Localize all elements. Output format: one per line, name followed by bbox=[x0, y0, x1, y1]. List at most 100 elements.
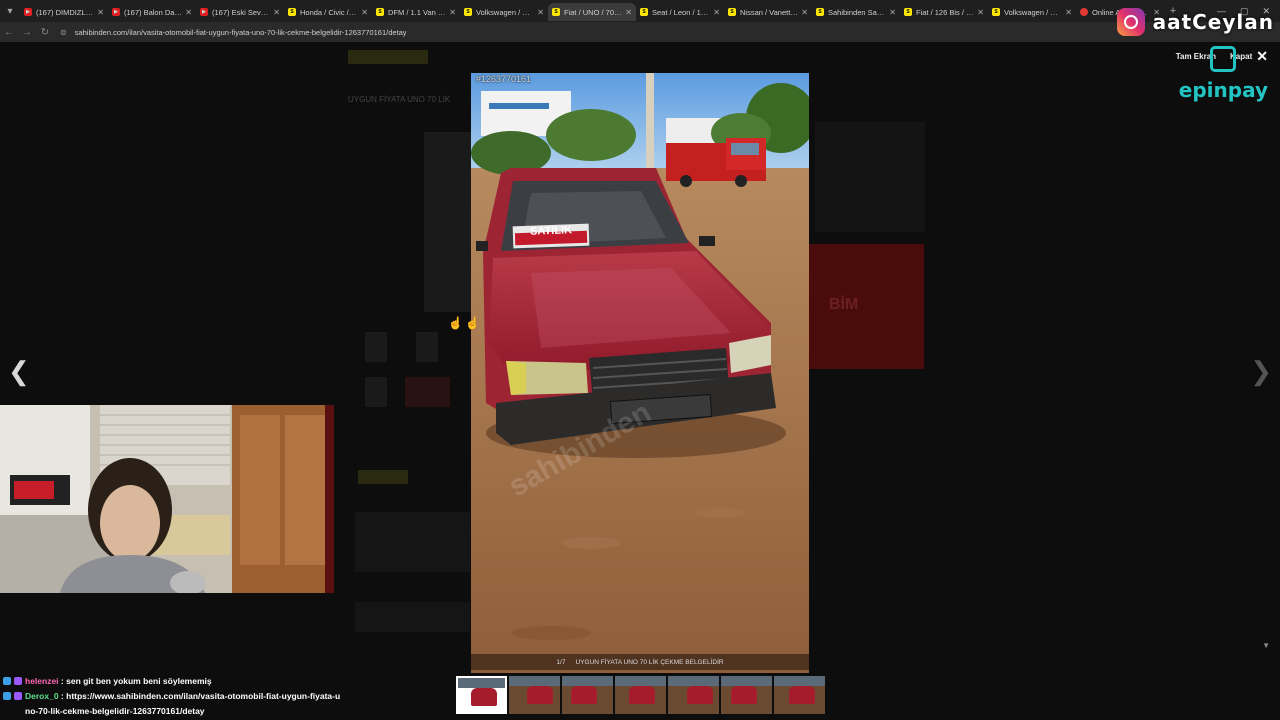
tab-title: Sahibinden Satılık bbox=[828, 7, 887, 17]
gallery-thumbnail[interactable] bbox=[774, 676, 825, 714]
chat-text: https://www.sahibinden.com/ilan/vasita-o… bbox=[25, 691, 341, 716]
tab-title: Volkswagen / Polo bbox=[1004, 7, 1063, 17]
close-tab-icon[interactable]: ✕ bbox=[801, 8, 808, 17]
close-tab-icon[interactable]: ✕ bbox=[889, 8, 896, 17]
tab-title: Honda / Civic / 1.6 bbox=[300, 7, 359, 17]
sahibinden-icon: S bbox=[992, 8, 1000, 16]
webcam-feed bbox=[0, 405, 334, 593]
listing-title-ghost: UYGUN FİYATA UNO 70 LİK bbox=[348, 95, 451, 104]
site-info-icon[interactable]: ⊜ bbox=[60, 28, 67, 37]
browser-tab[interactable]: S DFM / 1.1 Van / PE ✕ bbox=[372, 3, 460, 21]
listing-id: #1263770161 bbox=[476, 74, 532, 84]
back-icon[interactable]: ← bbox=[0, 27, 18, 38]
instagram-handle: aatCeylan bbox=[1152, 10, 1274, 34]
browser-tab[interactable]: S Nissan / Vanette / 2✕ bbox=[724, 3, 812, 21]
thumbnail-strip bbox=[456, 676, 825, 714]
browser-tab[interactable]: S Sahibinden Satılık ✕ bbox=[812, 3, 900, 21]
sahibinden-icon: S bbox=[376, 8, 384, 16]
instagram-icon bbox=[1116, 8, 1145, 36]
chat-username: Derox_0 bbox=[25, 691, 59, 701]
close-tab-icon[interactable]: ✕ bbox=[1065, 8, 1072, 17]
tab-ghost bbox=[358, 470, 408, 484]
next-photo-icon[interactable]: ❯ bbox=[1250, 356, 1272, 387]
browser-tab[interactable]: ▶ (167) DIMDIZLAK H✕ bbox=[20, 3, 108, 21]
sahibinden-icon: S bbox=[816, 8, 824, 16]
tab-title: Volkswagen / Scirc bbox=[476, 7, 535, 17]
close-tab-icon[interactable]: ✕ bbox=[185, 8, 192, 17]
thumb-ghost bbox=[365, 377, 387, 407]
browser-tab[interactable]: S Honda / Civic / 1.6 ✕ bbox=[284, 3, 372, 21]
gallery-thumbnail[interactable] bbox=[668, 676, 719, 714]
chat-message: Derox_0 : https://www.sahibinden.com/ila… bbox=[0, 689, 460, 719]
tab-title: (167) Balon Date S bbox=[124, 7, 183, 17]
scroll-down-icon[interactable]: ▼ bbox=[1262, 641, 1270, 650]
tab-title: Seat / Leon / 1.5 E bbox=[652, 7, 711, 17]
browser-tab[interactable]: S Volkswagen / Scirc ✕ bbox=[460, 3, 548, 21]
chat-username: helenzei bbox=[25, 676, 59, 686]
gallery-thumbnail[interactable] bbox=[721, 676, 772, 714]
url-field[interactable]: sahibinden.com/ilan/vasita-otomobil-fiat… bbox=[75, 28, 407, 37]
hand-cursor-icon: ☝ bbox=[465, 316, 480, 330]
close-tab-icon[interactable]: ✕ bbox=[361, 8, 368, 17]
close-tab-icon[interactable]: ✕ bbox=[625, 8, 632, 17]
gallery-main-photo[interactable]: SATILIK sahibinden bbox=[471, 73, 809, 673]
forward-icon[interactable]: → bbox=[18, 27, 36, 38]
browser-tab-bar: ▾ ▶(167) DIMDIZLAK H✕▶(167) Balon Date S… bbox=[0, 0, 1280, 22]
thumbnail-sky bbox=[458, 678, 505, 688]
gallery-thumbnail[interactable] bbox=[456, 676, 507, 714]
description-ghost bbox=[355, 512, 470, 572]
tab-title: Fiat / UNO / 70 SX bbox=[564, 7, 623, 17]
thumbnail-car bbox=[687, 686, 713, 704]
instagram-overlay: aatCeylan bbox=[1116, 8, 1274, 36]
youtube-icon: ▶ bbox=[24, 8, 32, 16]
close-tab-icon[interactable]: ✕ bbox=[273, 8, 280, 17]
site-logo-ghost bbox=[348, 50, 428, 64]
close-tab-icon[interactable]: ✕ bbox=[713, 8, 720, 17]
address-bar: ← → ↻ ⊜ sahibinden.com/ilan/vasita-otomo… bbox=[0, 22, 1280, 42]
close-tab-icon[interactable]: ✕ bbox=[449, 8, 456, 17]
thumbnail-sky bbox=[774, 676, 825, 686]
photo-caption-text: UYGUN FİYATA UNO 70 LİK ÇEKME BELGELİDİR bbox=[575, 658, 724, 666]
browser-tab[interactable]: S Fiat / UNO / 70 SX ✕ bbox=[548, 3, 636, 21]
chrome-icon bbox=[1080, 8, 1088, 16]
browser-tab[interactable]: S Seat / Leon / 1.5 E ✕ bbox=[636, 3, 724, 21]
browser-tab[interactable]: S Fiat / 126 Bis / 126 ✕ bbox=[900, 3, 988, 21]
sahibinden-icon: S bbox=[640, 8, 648, 16]
browser-tab[interactable]: ▶ (167) Balon Date S ✕ bbox=[108, 3, 196, 21]
photo-counter: 1/7 bbox=[556, 658, 566, 666]
main-image-ghost bbox=[424, 132, 472, 312]
hand-cursor-icon: ☝ bbox=[448, 316, 463, 330]
thumbnail-sky bbox=[721, 676, 772, 686]
thumbnail-sky bbox=[615, 676, 666, 686]
close-tab-icon[interactable]: ✕ bbox=[977, 8, 984, 17]
bim-ad-text: BİM bbox=[829, 296, 859, 313]
epinpay-logo-icon bbox=[1210, 46, 1236, 72]
reload-icon[interactable]: ↻ bbox=[36, 27, 54, 38]
thumbnail-sky bbox=[562, 676, 613, 686]
badge-icon bbox=[3, 692, 11, 700]
gallery-thumbnail[interactable] bbox=[615, 676, 666, 714]
chat-text: sen git ben yokum beni söylememiş bbox=[66, 676, 212, 686]
tab-title: Fiat / 126 Bis / 126 bbox=[916, 7, 975, 17]
gallery-thumbnail[interactable] bbox=[562, 676, 613, 714]
stream-chat: helenzei : sen git ben yokum beni söylem… bbox=[0, 674, 460, 719]
tab-search-button[interactable]: ▾ bbox=[0, 0, 20, 22]
thumbnail-sky bbox=[509, 676, 560, 686]
browser-tab[interactable]: S Volkswagen / Polo ✕ bbox=[988, 3, 1076, 21]
close-icon: ✕ bbox=[1256, 48, 1268, 64]
tab-title: DFM / 1.1 Van / PE bbox=[388, 7, 447, 17]
youtube-icon: ▶ bbox=[200, 8, 208, 16]
sahibinden-icon: S bbox=[728, 8, 736, 16]
previous-photo-icon[interactable]: ❮ bbox=[8, 356, 30, 387]
sahibinden-icon: S bbox=[464, 8, 472, 16]
bim-ad: BİM bbox=[809, 244, 924, 369]
close-tab-icon[interactable]: ✕ bbox=[97, 8, 104, 17]
tab-title: Nissan / Vanette / 2 bbox=[740, 7, 798, 17]
close-tab-icon[interactable]: ✕ bbox=[537, 8, 544, 17]
chat-message: helenzei : sen git ben yokum beni söylem… bbox=[0, 674, 460, 689]
sahibinden-icon: S bbox=[904, 8, 912, 16]
sponsor-logo: epinpay bbox=[1178, 78, 1268, 102]
tab-title: (167) DIMDIZLAK H bbox=[36, 7, 95, 17]
gallery-thumbnail[interactable] bbox=[509, 676, 560, 714]
browser-tab[interactable]: ▶ (167) Eski Sevgilin ✕ bbox=[196, 3, 284, 21]
